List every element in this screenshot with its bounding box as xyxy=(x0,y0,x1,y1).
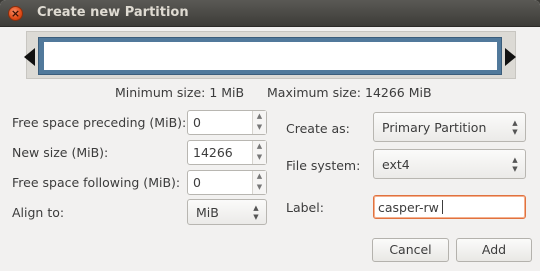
left-resize-handle-icon[interactable] xyxy=(24,48,35,66)
free-space-following-spinner[interactable]: 0 ▲ ▼ xyxy=(187,170,267,195)
free-space-following-label: Free space following (MiB): xyxy=(12,175,181,190)
partition-label-input[interactable]: casper-rw xyxy=(373,195,526,219)
spin-down-icon[interactable]: ▼ xyxy=(253,152,266,163)
align-to-label: Align to: xyxy=(12,205,65,220)
dialog-title: Create new Partition xyxy=(37,5,189,20)
file-system-select[interactable]: ext4 ▲ ▼ xyxy=(373,149,526,179)
spinner-buttons: ▲ ▼ xyxy=(252,171,266,194)
select-arrows-icon: ▲ ▼ xyxy=(253,204,259,221)
add-button[interactable]: Add xyxy=(456,238,532,262)
select-arrows-icon: ▲ ▼ xyxy=(512,156,518,173)
create-as-select[interactable]: Primary Partition ▲ ▼ xyxy=(373,112,526,142)
free-space-preceding-spinner[interactable]: 0 ▲ ▼ xyxy=(187,110,267,135)
spin-up-icon[interactable]: ▲ xyxy=(253,171,266,182)
create-partition-dialog: × Create new Partition Minimum size: 1 M… xyxy=(0,0,540,271)
spin-down-icon[interactable]: ▼ xyxy=(253,122,266,133)
close-button[interactable]: × xyxy=(8,6,23,21)
new-size-spinner[interactable]: 14266 ▲ ▼ xyxy=(187,140,267,165)
right-resize-handle-icon[interactable] xyxy=(505,48,516,66)
maximum-size-text: Maximum size: 14266 MiB xyxy=(267,85,432,100)
close-icon: × xyxy=(10,7,21,20)
file-system-label: File system: xyxy=(286,158,361,173)
spinner-buttons: ▲ ▼ xyxy=(252,141,266,164)
spin-up-icon[interactable]: ▲ xyxy=(253,111,266,122)
create-as-value: Primary Partition xyxy=(382,120,487,135)
select-arrows-icon: ▲ ▼ xyxy=(512,119,518,136)
spin-down-icon[interactable]: ▼ xyxy=(253,182,266,193)
new-size-value: 14266 xyxy=(193,145,233,160)
partition-label-value: casper-rw xyxy=(378,200,439,215)
free-space-preceding-label: Free space preceding (MiB): xyxy=(12,115,187,130)
partition-unused-area xyxy=(44,42,497,70)
minimum-size-text: Minimum size: 1 MiB xyxy=(115,85,245,100)
spinner-buttons: ▲ ▼ xyxy=(252,111,266,134)
title-bar: × Create new Partition xyxy=(0,0,540,27)
text-caret xyxy=(442,200,443,214)
free-space-preceding-value: 0 xyxy=(193,115,201,130)
spin-up-icon[interactable]: ▲ xyxy=(253,141,266,152)
new-size-label: New size (MiB): xyxy=(12,145,109,160)
align-to-select[interactable]: MiB ▲ ▼ xyxy=(187,199,267,225)
create-as-label: Create as: xyxy=(286,121,350,136)
partition-label-label: Label: xyxy=(286,200,324,215)
align-to-value: MiB xyxy=(196,205,219,220)
cancel-button[interactable]: Cancel xyxy=(372,238,449,262)
free-space-following-value: 0 xyxy=(193,175,201,190)
file-system-value: ext4 xyxy=(382,157,410,172)
